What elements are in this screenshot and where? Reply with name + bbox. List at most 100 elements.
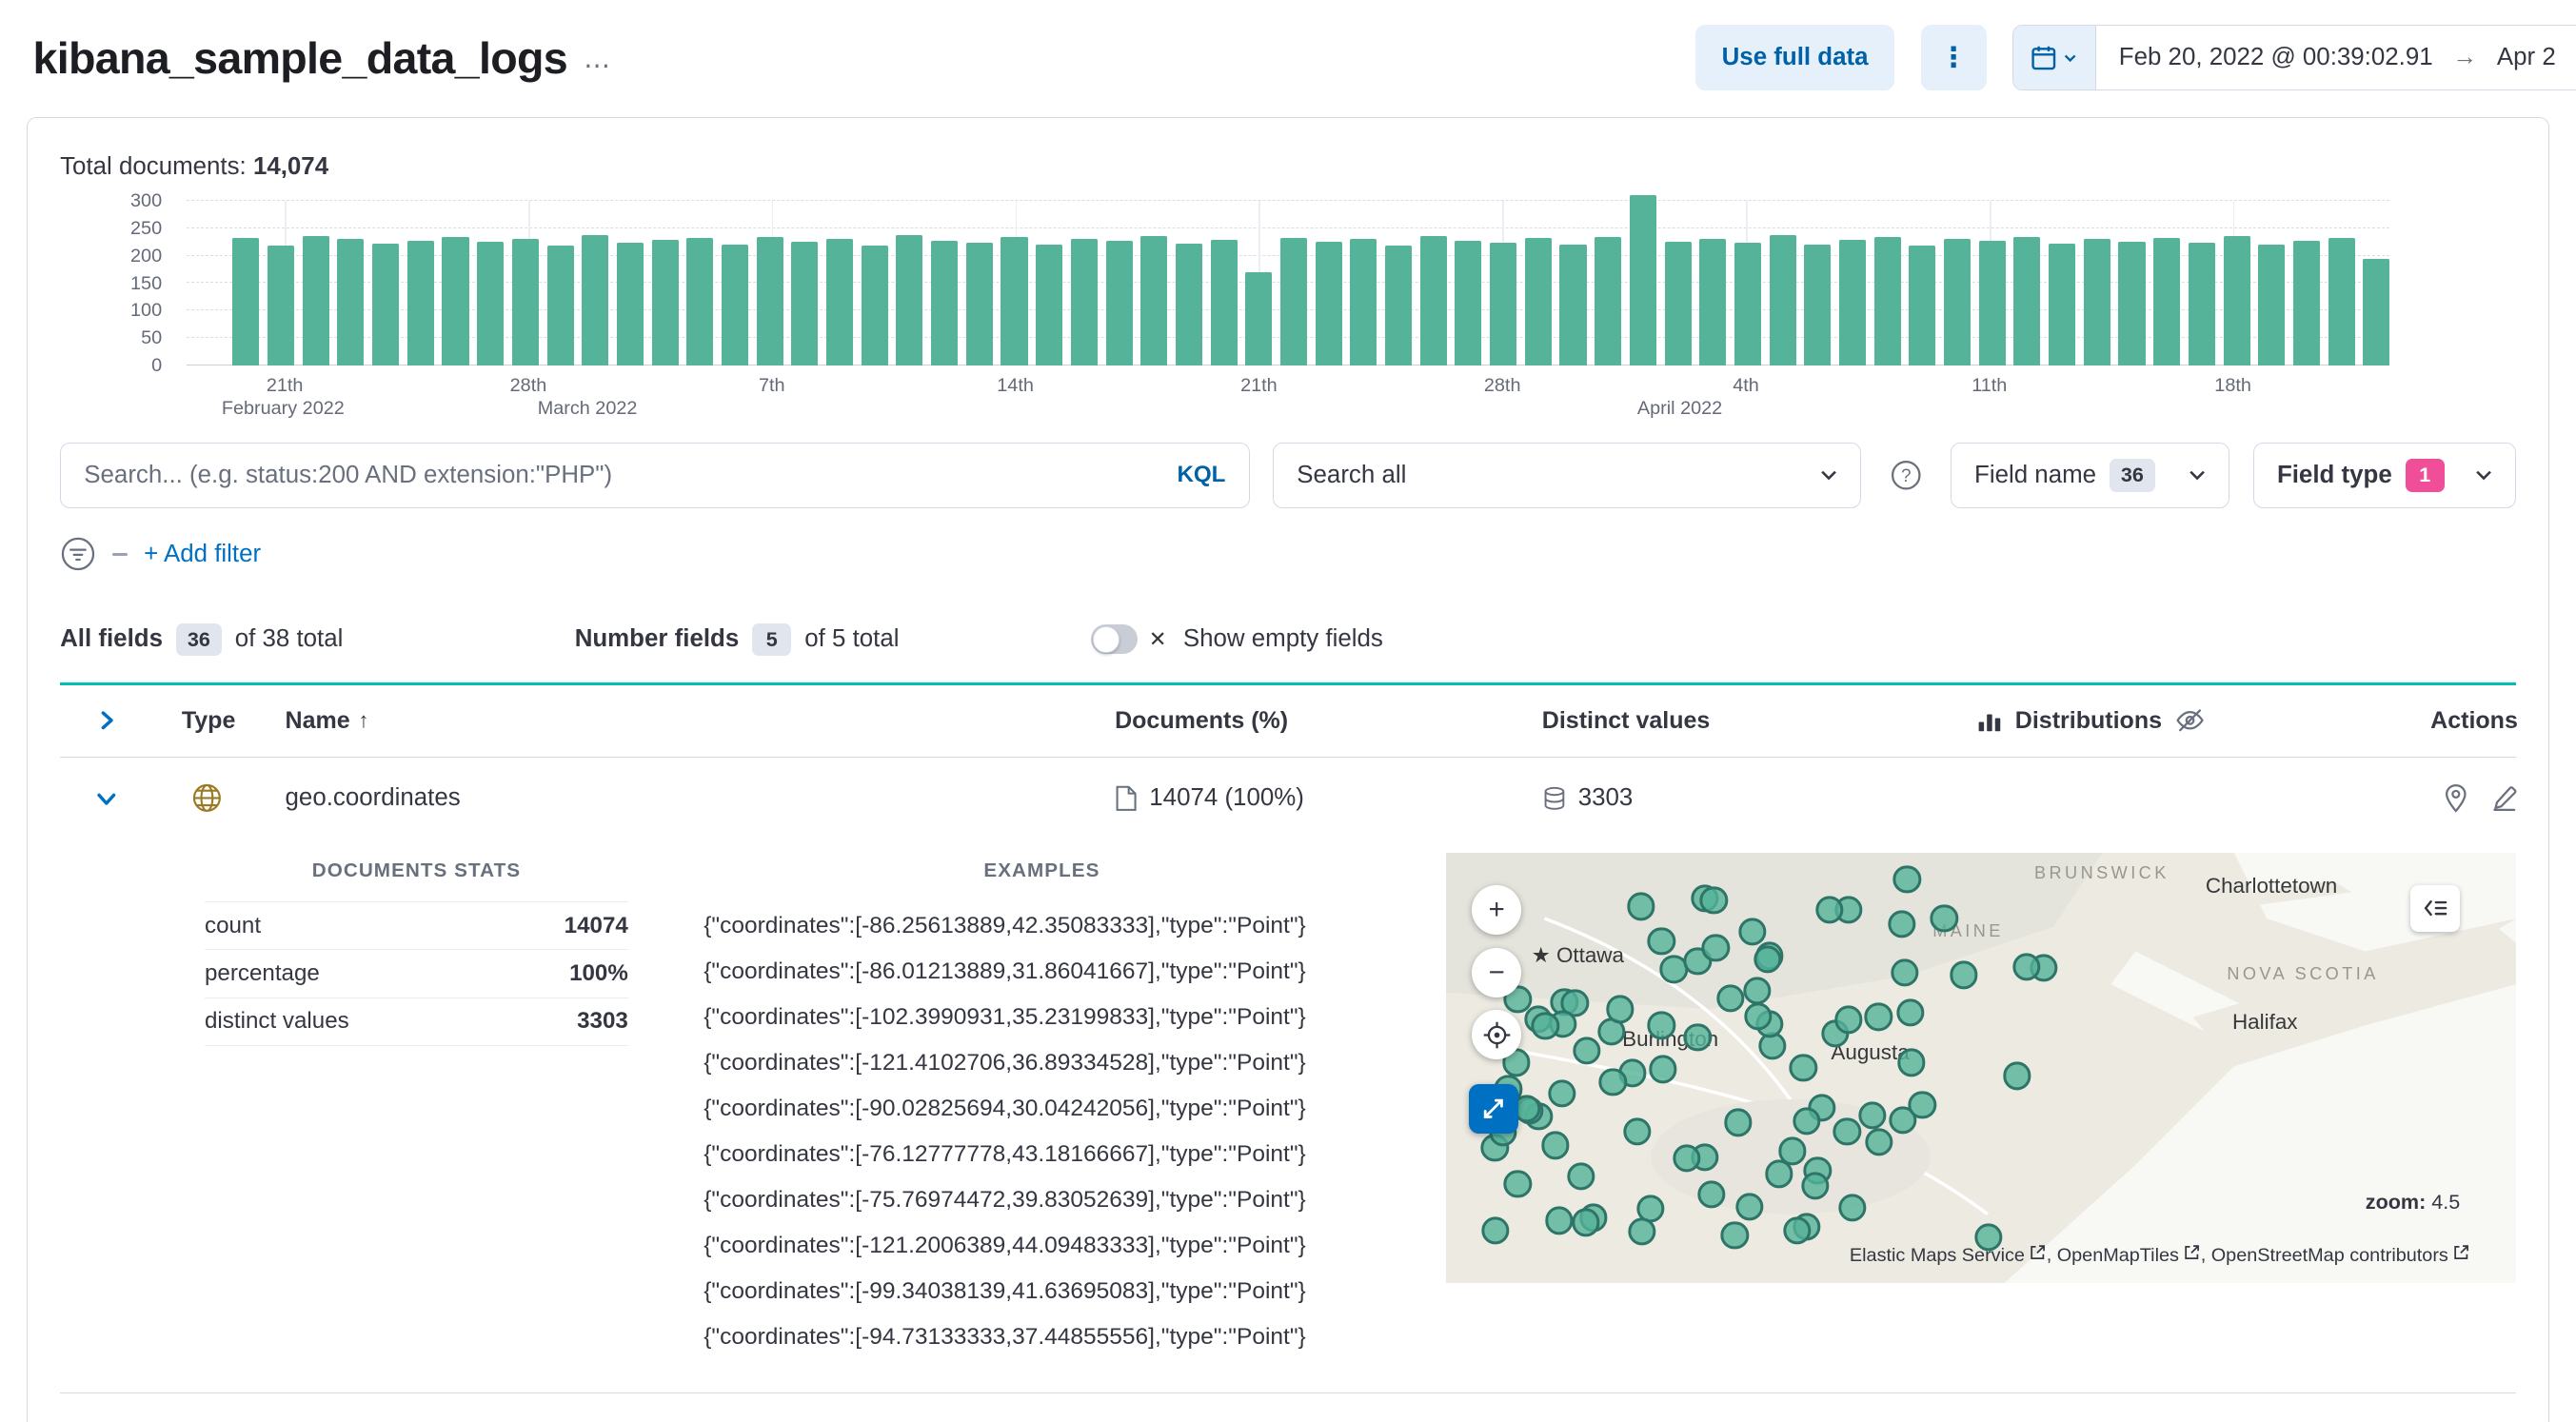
chart-bar[interactable]	[372, 244, 400, 365]
chart-bar[interactable]	[2223, 236, 2250, 365]
fields-summary-bar: All fields 36 of 38 total Number fields …	[60, 622, 2516, 657]
chart-bar[interactable]	[1105, 240, 1133, 365]
chart-bar[interactable]	[1036, 245, 1063, 365]
chart-bar[interactable]	[1455, 240, 1482, 365]
show-empty-fields-toggle[interactable]: ✕ Show empty fields	[1091, 624, 1383, 655]
chart-bar[interactable]	[2328, 238, 2355, 365]
row-collapse-chevron-icon[interactable]	[93, 785, 120, 812]
chart-bar[interactable]	[2258, 244, 2286, 365]
chart-bar[interactable]	[1559, 244, 1587, 365]
chart-bar[interactable]	[337, 239, 365, 365]
chart-bar[interactable]	[756, 236, 783, 365]
map-attribution-link[interactable]: OpenMapTiles	[2057, 1245, 2201, 1266]
chart-bar[interactable]	[1419, 236, 1447, 365]
toggle-track[interactable]	[1091, 624, 1138, 655]
chart-bar[interactable]	[1140, 236, 1168, 365]
help-icon[interactable]: ?	[1884, 454, 1927, 497]
map-label: Halifax	[2231, 1009, 2298, 1034]
map-zoom-out-button[interactable]: −	[1472, 947, 1522, 997]
chart-bar[interactable]	[477, 242, 505, 365]
chart-bar[interactable]	[2118, 241, 2146, 365]
chart-bar[interactable]	[1664, 241, 1692, 365]
chart-bar[interactable]	[1490, 242, 1517, 365]
explore-in-maps-pin-icon[interactable]	[2443, 783, 2469, 814]
chart-bar[interactable]	[1769, 235, 1796, 365]
geo-map[interactable]: BRUNSWICK Charlottetown MAINE NOVA SCOTIA Ha…	[1445, 852, 2516, 1283]
page-options-icon[interactable]: ⋯	[584, 49, 611, 81]
hide-distributions-eye-icon[interactable]	[2175, 707, 2205, 734]
chart-bar[interactable]	[1001, 237, 1028, 365]
chart-bar[interactable]	[511, 238, 539, 365]
sampling-options-button[interactable]: ⋮	[1920, 24, 1987, 90]
chart-bar[interactable]	[2188, 242, 2215, 365]
chart-plot-inner	[232, 195, 2390, 365]
chart-bar[interactable]	[302, 236, 329, 365]
chart-bar[interactable]	[826, 239, 854, 365]
chart-bar[interactable]	[1944, 238, 1972, 365]
chart-bar[interactable]	[1699, 239, 1727, 365]
date-range-start[interactable]: Feb 20, 2022 @ 00:39:02.91	[2119, 44, 2433, 71]
chart-bar[interactable]	[1804, 245, 1832, 365]
chart-bar[interactable]	[1838, 240, 1866, 365]
chart-bar[interactable]	[1175, 244, 1202, 365]
search-input[interactable]	[61, 461, 1178, 489]
edit-field-pencil-icon[interactable]	[2491, 785, 2518, 812]
field-name-filter-button[interactable]: Field name 36	[1950, 442, 2230, 508]
map-attribution-link[interactable]: Elastic Maps Service	[1850, 1245, 2047, 1266]
date-range-end[interactable]: Apr 2	[2497, 44, 2556, 71]
field-type-filter-button[interactable]: Field type 1	[2252, 442, 2516, 508]
chart-bar[interactable]	[1734, 243, 1761, 365]
chart-bar[interactable]	[861, 246, 888, 365]
chart-bar[interactable]	[2049, 244, 2076, 365]
chart-bar[interactable]	[1595, 236, 1622, 365]
chart-bar[interactable]	[1629, 195, 1656, 365]
chart-bar[interactable]	[1315, 242, 1342, 365]
column-header-name[interactable]: Name ↑	[286, 707, 1116, 735]
map-set-location-crosshair-icon[interactable]	[1472, 1010, 1522, 1060]
add-filter-link[interactable]: + Add filter	[144, 541, 261, 568]
chart-bar[interactable]	[442, 237, 469, 365]
chart-bar[interactable]	[686, 237, 714, 365]
chart-bar[interactable]	[1385, 245, 1413, 365]
chart-bar[interactable]	[2292, 240, 2320, 365]
chart-bar[interactable]	[2153, 237, 2181, 365]
chart-bar[interactable]	[268, 246, 295, 365]
chart-bar[interactable]	[2363, 258, 2390, 365]
chart-bar[interactable]	[582, 235, 609, 365]
chart-bar[interactable]	[1524, 238, 1552, 365]
chart-bar[interactable]	[651, 240, 679, 365]
chart-bar[interactable]	[1245, 271, 1273, 365]
map-attribution-link[interactable]: OpenStreetMap contributors	[2211, 1245, 2470, 1266]
search-all-select[interactable]: Search all	[1273, 442, 1861, 508]
chart-bar[interactable]	[546, 245, 574, 365]
chart-bar[interactable]	[406, 240, 434, 365]
chart-bar[interactable]	[931, 241, 959, 365]
chart-bar[interactable]	[1350, 239, 1377, 365]
use-full-data-button[interactable]: Use full data	[1695, 24, 1895, 90]
date-range-display[interactable]: Feb 20, 2022 @ 00:39:02.91 → Apr 2	[2096, 26, 2576, 89]
map-zoom-in-button[interactable]: +	[1472, 885, 1522, 936]
chart-bar[interactable]	[721, 244, 748, 365]
filter-row: + Add filter	[60, 535, 2516, 574]
chart-bar[interactable]	[965, 243, 993, 365]
date-quick-select-button[interactable]	[2013, 25, 2096, 89]
chart-bar[interactable]	[1909, 246, 1936, 365]
chart-bar[interactable]	[232, 238, 260, 365]
chart-bar[interactable]	[616, 242, 644, 365]
chart-bar[interactable]	[1070, 238, 1098, 365]
kql-toggle[interactable]: KQL	[1177, 462, 1225, 488]
filter-icon[interactable]	[60, 536, 96, 572]
collapse-all-chevron-icon[interactable]	[93, 707, 120, 734]
chart-bar[interactable]	[791, 241, 819, 365]
chart-bar[interactable]	[896, 234, 923, 365]
top-bar-actions: Use full data ⋮ Feb 20, 2022 @ 00:39:02.…	[1695, 24, 2576, 90]
documents-stats-title: DOCUMENTS STATS	[311, 859, 522, 881]
chart-bar[interactable]	[1873, 237, 1901, 365]
chart-bar[interactable]	[2013, 236, 2041, 365]
chart-bar[interactable]	[1210, 240, 1238, 365]
chart-bar[interactable]	[1279, 237, 1307, 365]
chart-bar[interactable]	[2083, 239, 2110, 365]
map-expand-button[interactable]	[1468, 1084, 1518, 1134]
map-legend-toggle-icon[interactable]	[2410, 885, 2461, 932]
chart-bar[interactable]	[1978, 241, 2006, 365]
